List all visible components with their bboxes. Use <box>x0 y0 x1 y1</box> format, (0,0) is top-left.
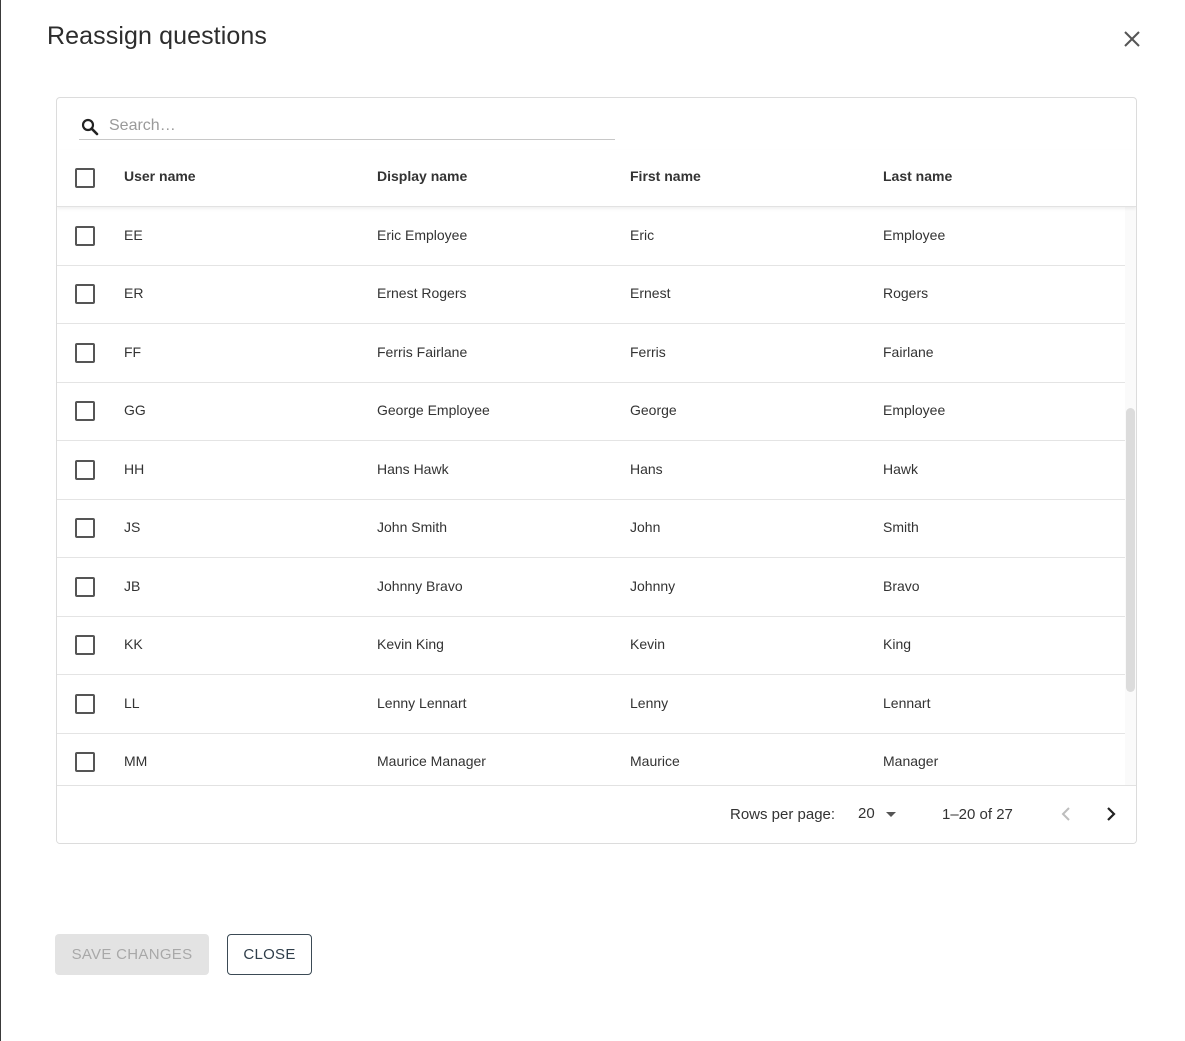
cell-last-name: Manager <box>883 753 939 769</box>
cell-last-name: Rogers <box>883 285 929 301</box>
cell-last-name: Lennart <box>883 695 931 711</box>
rows-per-page-value: 20 <box>858 805 875 822</box>
row-checkbox[interactable] <box>75 343 95 363</box>
cell-user-name: JS <box>124 519 141 535</box>
cell-display-name: George Employee <box>377 402 490 418</box>
table-row[interactable]: GG George Employee George Employee <box>57 382 1125 441</box>
cell-first-name: George <box>630 402 677 418</box>
cell-display-name: Kevin King <box>377 636 444 652</box>
search-input[interactable] <box>107 112 611 140</box>
pagination-range: 1–20 of 27 <box>942 806 1013 823</box>
cell-first-name: Johnny <box>630 578 676 594</box>
cell-display-name: Johnny Bravo <box>377 578 463 594</box>
column-header-last-name[interactable]: Last name <box>883 168 952 184</box>
cell-display-name: Ferris Fairlane <box>377 344 468 360</box>
cell-display-name: Eric Employee <box>377 227 468 243</box>
users-table: User name Display name First name Last n… <box>56 97 1137 844</box>
search-icon <box>81 118 99 136</box>
close-icon[interactable] <box>1119 26 1145 52</box>
scrollbar-thumb[interactable] <box>1126 408 1135 692</box>
table-row[interactable]: HH Hans Hawk Hans Hawk <box>57 441 1125 500</box>
cell-user-name: HH <box>124 461 145 477</box>
cell-user-name: LL <box>124 695 140 711</box>
cell-first-name: Hans <box>630 461 663 477</box>
cell-first-name: Lenny <box>630 695 669 711</box>
row-checkbox[interactable] <box>75 577 95 597</box>
save-changes-button[interactable]: SAVE CHANGES <box>55 934 209 975</box>
column-header-user-name[interactable]: User name <box>124 168 196 184</box>
search-field <box>79 106 615 140</box>
table-pagination: Rows per page: 20 1–20 of 27 <box>57 785 1136 843</box>
cell-user-name: MM <box>124 753 148 769</box>
row-checkbox[interactable] <box>75 752 95 772</box>
dialog-title: Reassign questions <box>47 22 267 50</box>
table-row[interactable]: FF Ferris Fairlane Ferris Fairlane <box>57 324 1125 383</box>
table-row[interactable]: EE Eric Employee Eric Employee <box>57 207 1125 266</box>
cell-display-name: Ernest Rogers <box>377 285 467 301</box>
table-header: User name Display name First name Last n… <box>57 150 1136 207</box>
cell-last-name: Smith <box>883 519 919 535</box>
cell-first-name: Ernest <box>630 285 671 301</box>
cell-last-name: Employee <box>883 227 946 243</box>
column-header-first-name[interactable]: First name <box>630 168 701 184</box>
select-all-checkbox[interactable] <box>75 168 95 188</box>
table-row[interactable]: KK Kevin King Kevin King <box>57 616 1125 675</box>
row-checkbox[interactable] <box>75 401 95 421</box>
cell-last-name: Fairlane <box>883 344 934 360</box>
row-checkbox[interactable] <box>75 460 95 480</box>
caret-down-icon <box>886 812 896 817</box>
chevron-right-icon[interactable] <box>1099 802 1123 826</box>
cell-user-name: ER <box>124 285 144 301</box>
row-checkbox[interactable] <box>75 226 95 246</box>
cell-display-name: Hans Hawk <box>377 461 449 477</box>
cell-first-name: Ferris <box>630 344 666 360</box>
cell-user-name: JB <box>124 578 141 594</box>
cell-last-name: Hawk <box>883 461 919 477</box>
row-checkbox[interactable] <box>75 284 95 304</box>
cell-last-name: Bravo <box>883 578 920 594</box>
chevron-left-icon[interactable] <box>1055 802 1079 826</box>
rows-per-page-label: Rows per page: <box>730 806 836 823</box>
row-checkbox[interactable] <box>75 694 95 714</box>
row-checkbox[interactable] <box>75 518 95 538</box>
cell-user-name: GG <box>124 402 146 418</box>
cell-first-name: John <box>630 519 661 535</box>
table-row[interactable]: JS John Smith John Smith <box>57 499 1125 558</box>
table-row[interactable]: MM Maurice Manager Maurice Manager <box>57 733 1125 785</box>
close-button[interactable]: CLOSE <box>227 934 312 975</box>
cell-first-name: Kevin <box>630 636 666 652</box>
cell-first-name: Eric <box>630 227 655 243</box>
cell-user-name: KK <box>124 636 143 652</box>
cell-user-name: FF <box>124 344 142 360</box>
cell-display-name: Lenny Lennart <box>377 695 467 711</box>
rows-per-page-select[interactable]: 20 <box>857 804 905 826</box>
cell-last-name: King <box>883 636 912 652</box>
table-row[interactable]: JB Johnny Bravo Johnny Bravo <box>57 558 1125 617</box>
cell-display-name: John Smith <box>377 519 448 535</box>
cell-first-name: Maurice <box>630 753 680 769</box>
cell-user-name: EE <box>124 227 143 243</box>
row-checkbox[interactable] <box>75 635 95 655</box>
reassign-dialog: Reassign questions User name Display nam… <box>1 0 1185 1041</box>
table-row[interactable]: ER Ernest Rogers Ernest Rogers <box>57 265 1125 324</box>
cell-last-name: Employee <box>883 402 946 418</box>
cell-display-name: Maurice Manager <box>377 753 486 769</box>
table-body: EE Eric Employee Eric Employee ER Ernest… <box>57 207 1125 785</box>
column-header-display-name[interactable]: Display name <box>377 168 467 184</box>
table-row[interactable]: LL Lenny Lennart Lenny Lennart <box>57 675 1125 734</box>
